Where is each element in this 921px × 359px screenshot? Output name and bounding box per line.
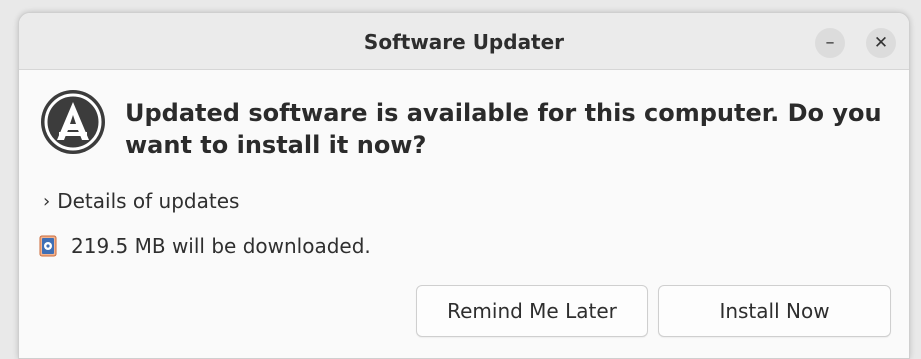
chevron-right-icon: › (43, 190, 51, 212)
update-available-message: Updated software is available for this c… (125, 99, 882, 159)
software-updater-window: Software Updater – ✕ Updated software is… (18, 12, 910, 359)
minimize-button[interactable]: – (815, 28, 845, 58)
details-label: Details of updates (57, 189, 240, 213)
title-bar[interactable]: Software Updater – ✕ (19, 13, 909, 70)
download-size-row: 219.5 MB will be downloaded. (39, 234, 371, 258)
package-icon (39, 235, 57, 257)
details-of-updates-expander[interactable]: › Details of updates (43, 189, 239, 213)
install-now-button[interactable]: Install Now (658, 285, 891, 337)
download-size-text: 219.5 MB will be downloaded. (71, 234, 371, 258)
software-updater-icon (41, 90, 105, 154)
remind-me-later-button[interactable]: Remind Me Later (416, 285, 648, 337)
close-button[interactable]: ✕ (866, 28, 896, 58)
window-title: Software Updater (363, 30, 565, 54)
